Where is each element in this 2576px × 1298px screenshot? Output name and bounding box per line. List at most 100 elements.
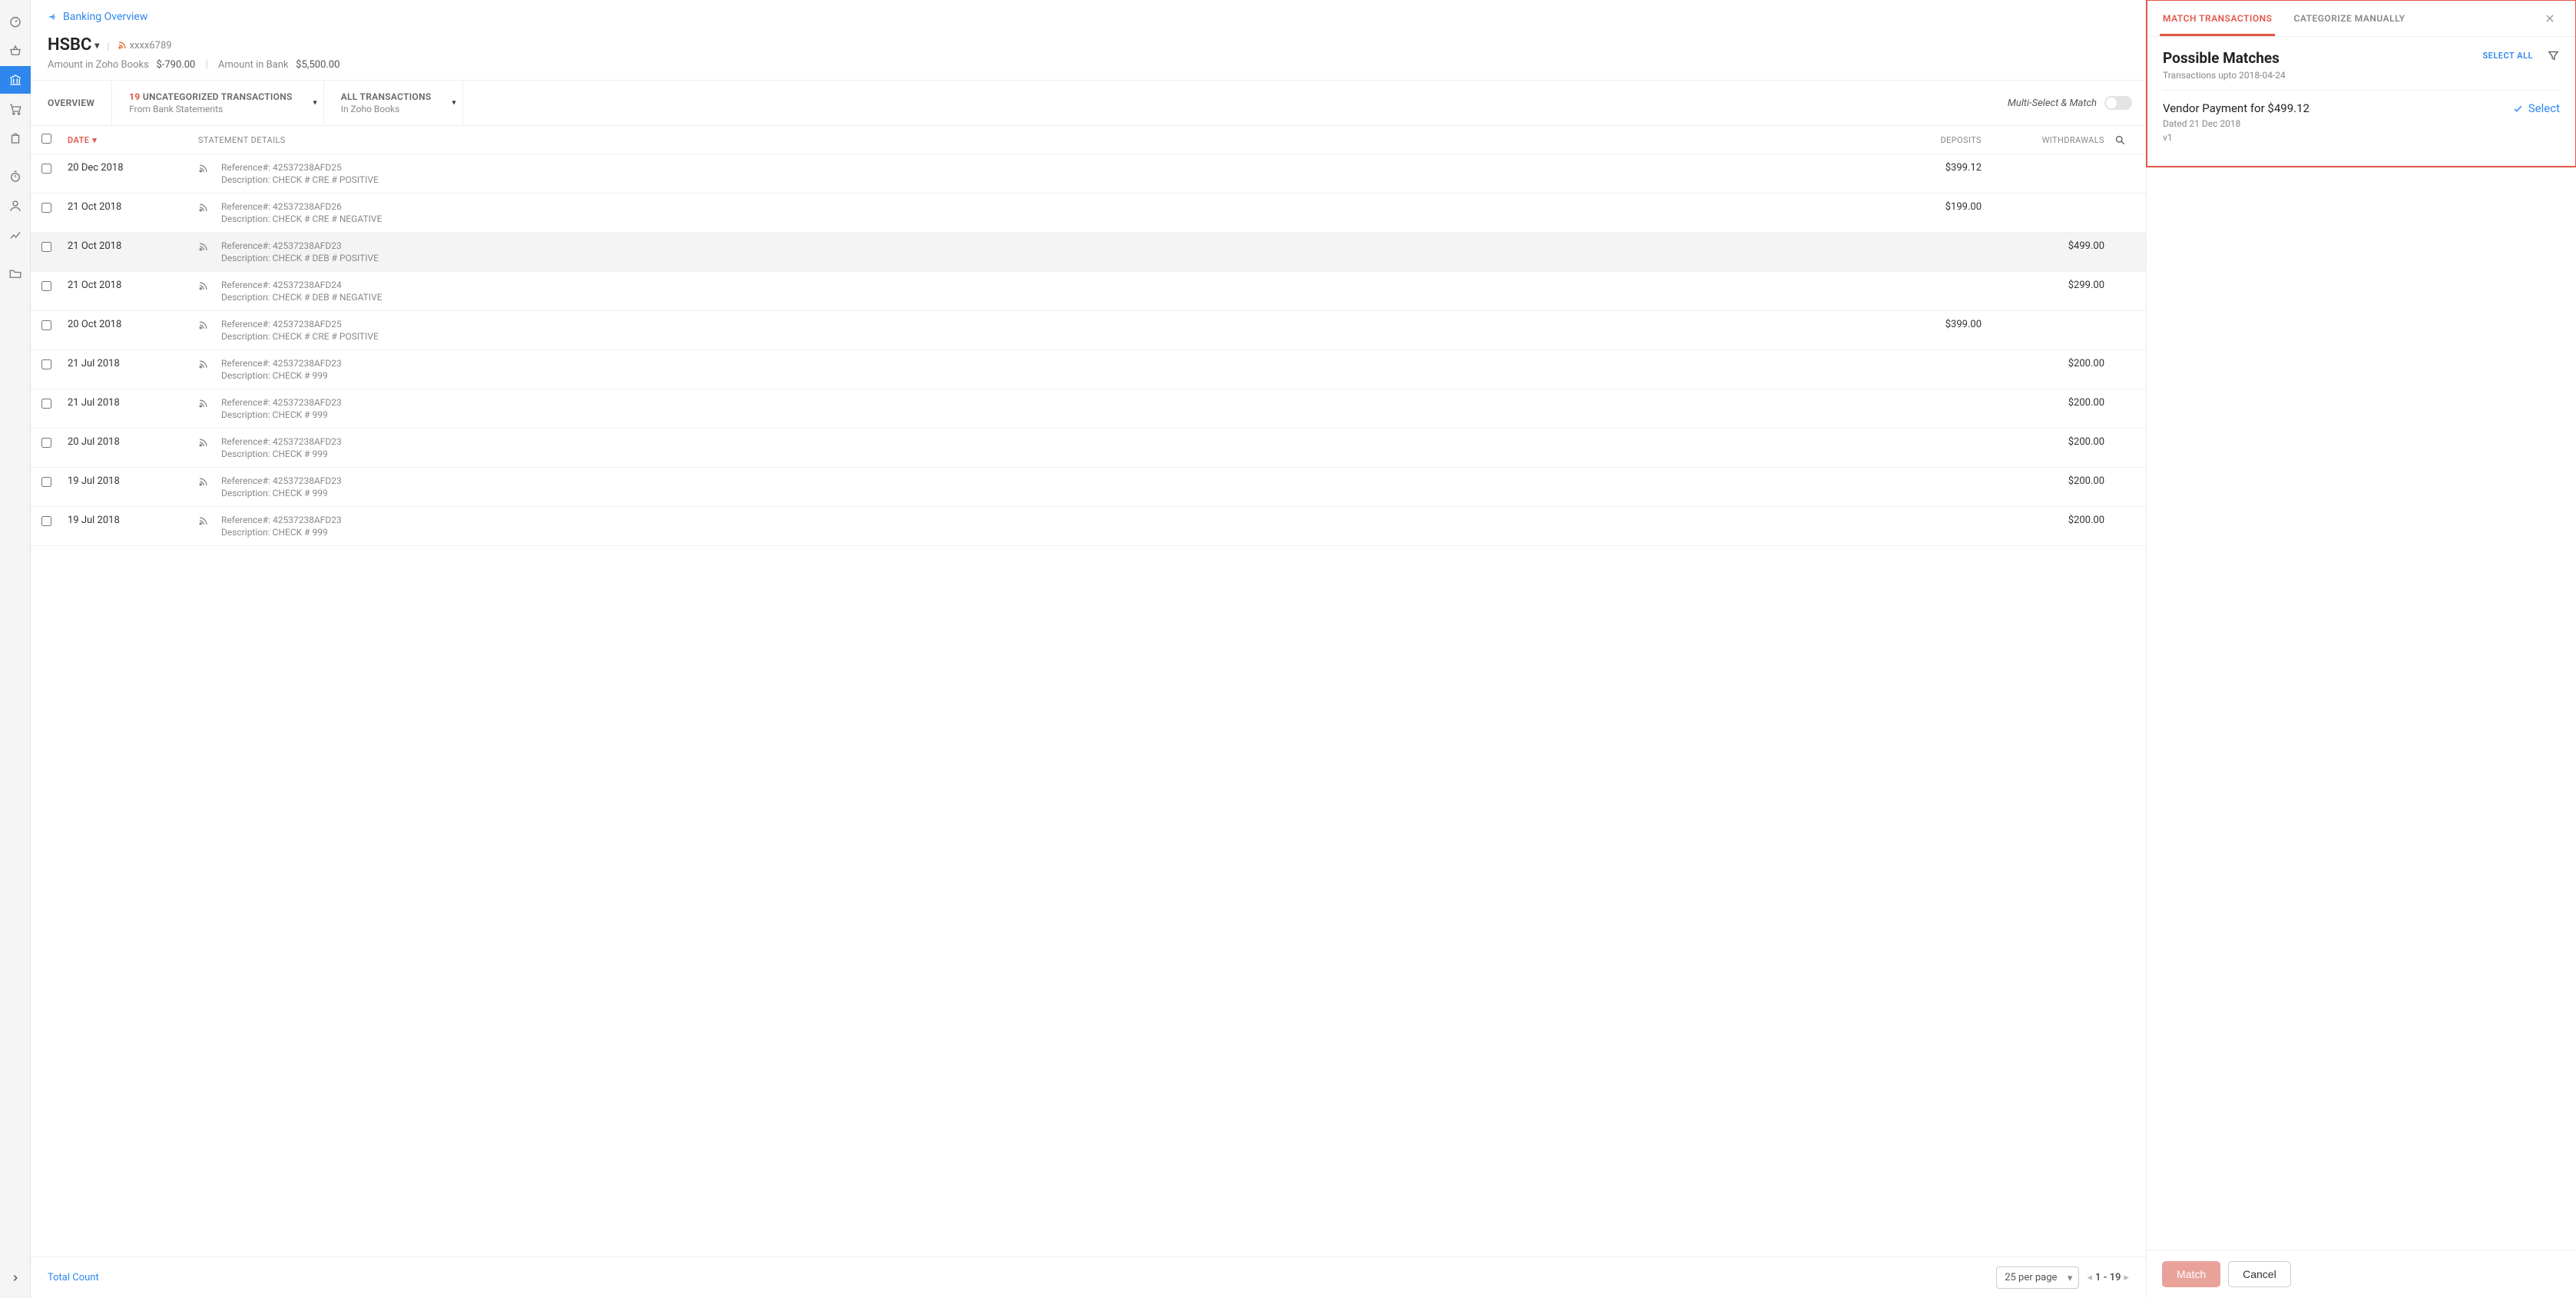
transaction-table-body: 20 Dec 2018 Reference#: 42537238AFD25 De… [31,154,2146,1257]
transaction-row[interactable]: 20 Oct 2018 Reference#: 42537238AFD25 De… [31,311,2146,350]
bank-icon [8,73,22,87]
row-checkbox[interactable] [41,281,51,291]
multi-select-match-toggle[interactable] [2104,96,2132,110]
sidebar-item-items[interactable] [0,37,31,65]
match-item-version: v1 [2163,132,2309,143]
search-icon[interactable] [2114,134,2126,146]
rss-icon [198,281,208,291]
rss-icon [198,164,208,174]
transaction-row[interactable]: 19 Jul 2018 Reference#: 42537238AFD23 De… [31,507,2146,546]
row-checkbox[interactable] [41,477,51,487]
row-description: Description: CHECK # DEB # NEGATIVE [221,292,382,303]
caret-down-icon: ▾ [92,135,97,145]
cancel-button[interactable]: Cancel [2228,1261,2291,1287]
select-all-checkbox[interactable] [41,134,51,144]
transaction-row[interactable]: 21 Oct 2018 Reference#: 42537238AFD24 De… [31,272,2146,311]
row-reference: Reference#: 42537238AFD23 [221,358,342,369]
sidebar-item-sales[interactable] [0,95,31,123]
sidebar-item-accountant[interactable] [0,192,31,220]
select-match-label: Select [2528,101,2560,115]
row-withdrawal: $200.00 [1982,436,2104,448]
transaction-row[interactable]: 20 Dec 2018 Reference#: 42537238AFD25 De… [31,154,2146,194]
transaction-row[interactable]: 19 Jul 2018 Reference#: 42537238AFD23 De… [31,468,2146,507]
back-link-label: Banking Overview [63,11,147,23]
analytics-icon [8,228,22,242]
transaction-row[interactable]: 21 Jul 2018 Reference#: 42537238AFD23 De… [31,350,2146,389]
row-withdrawal: $200.00 [1982,397,2104,409]
select-match-button[interactable]: Select [2512,101,2560,115]
row-checkbox[interactable] [41,399,51,409]
tab-categorize-label: CATEGORIZE MANUALLY [2293,13,2405,24]
back-to-banking-link[interactable]: Banking Overview [48,11,147,23]
row-description: Description: CHECK # 999 [221,370,342,381]
amount-bank-value: $5,500.00 [296,59,339,71]
per-page-select[interactable]: 25 per page ▾ [1996,1267,2079,1289]
row-date: 20 Oct 2018 [68,319,198,330]
sidebar-item-reports[interactable] [0,221,31,249]
user-icon [8,199,22,213]
close-icon [2545,13,2555,24]
row-checkbox[interactable] [41,359,51,369]
row-checkbox[interactable] [41,516,51,526]
sidebar-item-banking[interactable] [0,66,31,94]
total-count-link[interactable]: Total Count [48,1272,99,1283]
sidebar-expand-button[interactable] [0,1264,31,1292]
per-page-label: 25 per page [2005,1272,2057,1283]
prev-page-button[interactable]: ◂ [2087,1272,2092,1283]
dashboard-icon [8,15,22,28]
transaction-table-header: DATE ▾ STATEMENT DETAILS DEPOSITS WITHDR… [31,126,2146,154]
transaction-row[interactable]: 21 Oct 2018 Reference#: 42537238AFD23 De… [31,233,2146,272]
rss-icon [198,516,208,526]
select-all-matches-button[interactable]: SELECT ALL [2482,51,2533,61]
basket-icon [8,44,22,58]
sidebar-item-timer[interactable] [0,163,31,190]
filter-icon[interactable] [2547,49,2560,62]
row-date: 21 Jul 2018 [68,397,198,409]
transaction-row[interactable]: 21 Oct 2018 Reference#: 42537238AFD26 De… [31,194,2146,233]
tab-categorize-manually[interactable]: CATEGORIZE MANUALLY [2290,1,2408,36]
separator: | [206,59,208,71]
row-checkbox[interactable] [41,164,51,174]
account-name-dropdown[interactable]: HSBC ▾ [48,35,99,55]
tab-overview[interactable]: OVERVIEW [31,81,112,125]
match-item: Vendor Payment for $499.12 Dated 21 Dec … [2163,90,2560,154]
all-transactions-label: ALL TRANSACTIONS [341,91,432,102]
row-deposit: $399.00 [1859,319,1982,330]
row-reference: Reference#: 42537238AFD23 [221,475,342,486]
transaction-row[interactable]: 20 Jul 2018 Reference#: 42537238AFD23 De… [31,429,2146,468]
transaction-toolbar: OVERVIEW 19 UNCATEGORIZED TRANSACTIONS F… [31,81,2146,126]
sidebar-item-purchases[interactable] [0,124,31,152]
match-button[interactable]: Match [2162,1261,2220,1287]
row-checkbox[interactable] [41,242,51,252]
sidebar-item-documents[interactable] [0,260,31,287]
match-item-title: Vendor Payment for $499.12 [2163,101,2309,115]
row-date: 21 Oct 2018 [68,201,198,213]
next-page-button[interactable]: ▸ [2124,1272,2129,1283]
close-panel-button[interactable] [2537,5,2563,31]
caret-down-icon: ▾ [313,99,317,108]
column-date-sort[interactable]: DATE ▾ [68,135,198,145]
row-checkbox[interactable] [41,438,51,448]
amount-bank-label: Amount in Bank [218,59,289,71]
row-checkbox[interactable] [41,320,51,330]
row-date: 19 Jul 2018 [68,515,198,526]
check-icon [2512,103,2524,114]
row-withdrawal: $299.00 [1982,280,2104,291]
row-checkbox[interactable] [41,203,51,213]
tab-overview-label: OVERVIEW [48,98,94,108]
rss-icon [198,399,208,409]
sidebar-item-dashboard[interactable] [0,8,31,35]
account-feed-info: xxxx6789 [118,40,172,51]
transaction-row[interactable]: 21 Jul 2018 Reference#: 42537238AFD23 De… [31,389,2146,429]
tab-uncategorized[interactable]: 19 UNCATEGORIZED TRANSACTIONS From Bank … [112,81,324,125]
rss-icon [118,41,127,50]
row-withdrawal: $200.00 [1982,515,2104,526]
separator: | [107,41,109,53]
column-withdrawals-label: WITHDRAWALS [1982,135,2104,145]
row-withdrawal: $499.00 [1982,240,2104,252]
amount-books-value: $-790.00 [156,59,195,71]
match-item-date: Dated 21 Dec 2018 [2163,118,2309,129]
tab-all-transactions[interactable]: ALL TRANSACTIONS In Zoho Books ▾ [324,81,463,125]
row-date: 20 Dec 2018 [68,162,198,174]
tab-match-transactions[interactable]: MATCH TRANSACTIONS [2160,1,2275,36]
